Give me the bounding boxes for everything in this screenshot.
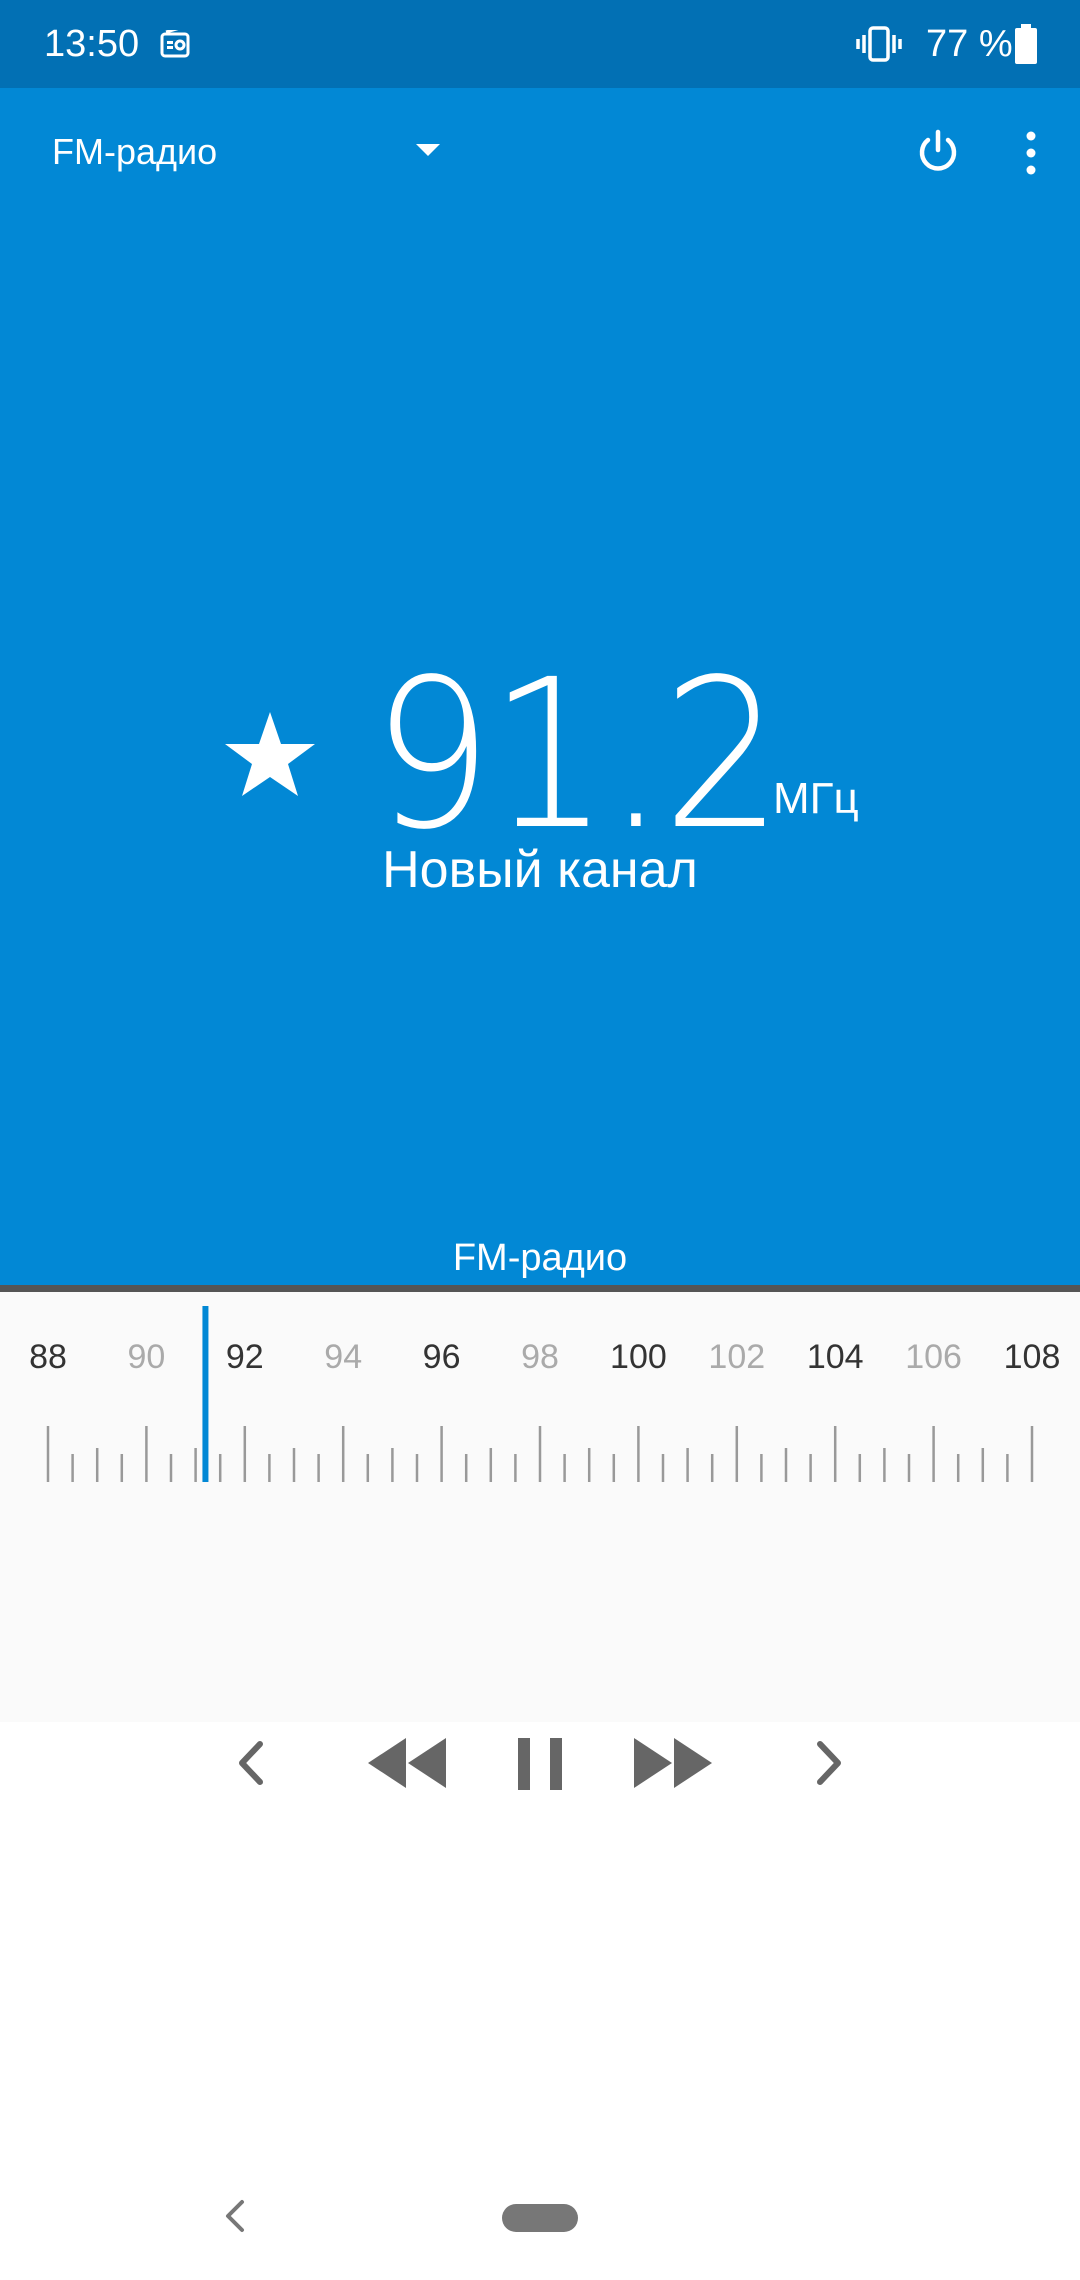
vibrate-icon [856, 26, 902, 62]
tuner-label: 100 [610, 1338, 667, 1376]
playback-controls [0, 1722, 1080, 1812]
frequency-unit: МГц [773, 774, 859, 823]
tuner-label: 94 [324, 1338, 362, 1376]
nav-back-icon[interactable] [222, 2198, 248, 2234]
battery-percentage: 77 % [926, 23, 1013, 65]
tuner-current-indicator[interactable] [202, 1306, 209, 1482]
tuner-label: 108 [1004, 1338, 1061, 1376]
tuner-label: 96 [423, 1338, 461, 1376]
nav-home-pill[interactable] [502, 2204, 578, 2232]
band-selector-title[interactable]: FM-радио [52, 130, 217, 174]
radio-icon [160, 30, 190, 58]
rewind-icon[interactable] [366, 1736, 448, 1790]
status-time: 13:50 [44, 23, 140, 65]
status-bar: 13:50 77 % [0, 0, 1080, 88]
more-vert-icon[interactable] [1018, 130, 1044, 176]
station-name: Новый канал [382, 841, 698, 899]
battery-icon [1015, 24, 1037, 64]
tuner-label: 98 [521, 1338, 559, 1376]
next-station-icon[interactable] [814, 1738, 844, 1788]
tuner-scale[interactable]: 88 90 92 94 96 98 100 102 104 106 108 [0, 1292, 1080, 1722]
tuner-label: 90 [127, 1338, 165, 1376]
favorite-star-icon[interactable] [222, 708, 318, 800]
power-icon[interactable] [914, 128, 962, 176]
tuner-label: 88 [29, 1338, 67, 1376]
dropdown-icon[interactable] [414, 140, 442, 160]
frequency-tuner[interactable]: 88 90 92 94 96 98 100 102 104 106 108 [0, 1285, 1080, 1722]
radio-main-panel: FM-радио 91.2 МГц Новый канал FM-радио [0, 88, 1080, 1285]
current-frequency: 91.2 [372, 635, 783, 875]
tuner-label: 104 [807, 1338, 864, 1376]
tuner-label: 102 [708, 1338, 765, 1376]
fast-forward-icon[interactable] [632, 1736, 714, 1790]
tuner-label: 92 [226, 1338, 264, 1376]
pause-icon[interactable] [516, 1736, 564, 1792]
band-label: FM-радио [452, 1237, 628, 1279]
prev-station-icon[interactable] [236, 1738, 266, 1788]
tuner-label: 106 [905, 1338, 962, 1376]
